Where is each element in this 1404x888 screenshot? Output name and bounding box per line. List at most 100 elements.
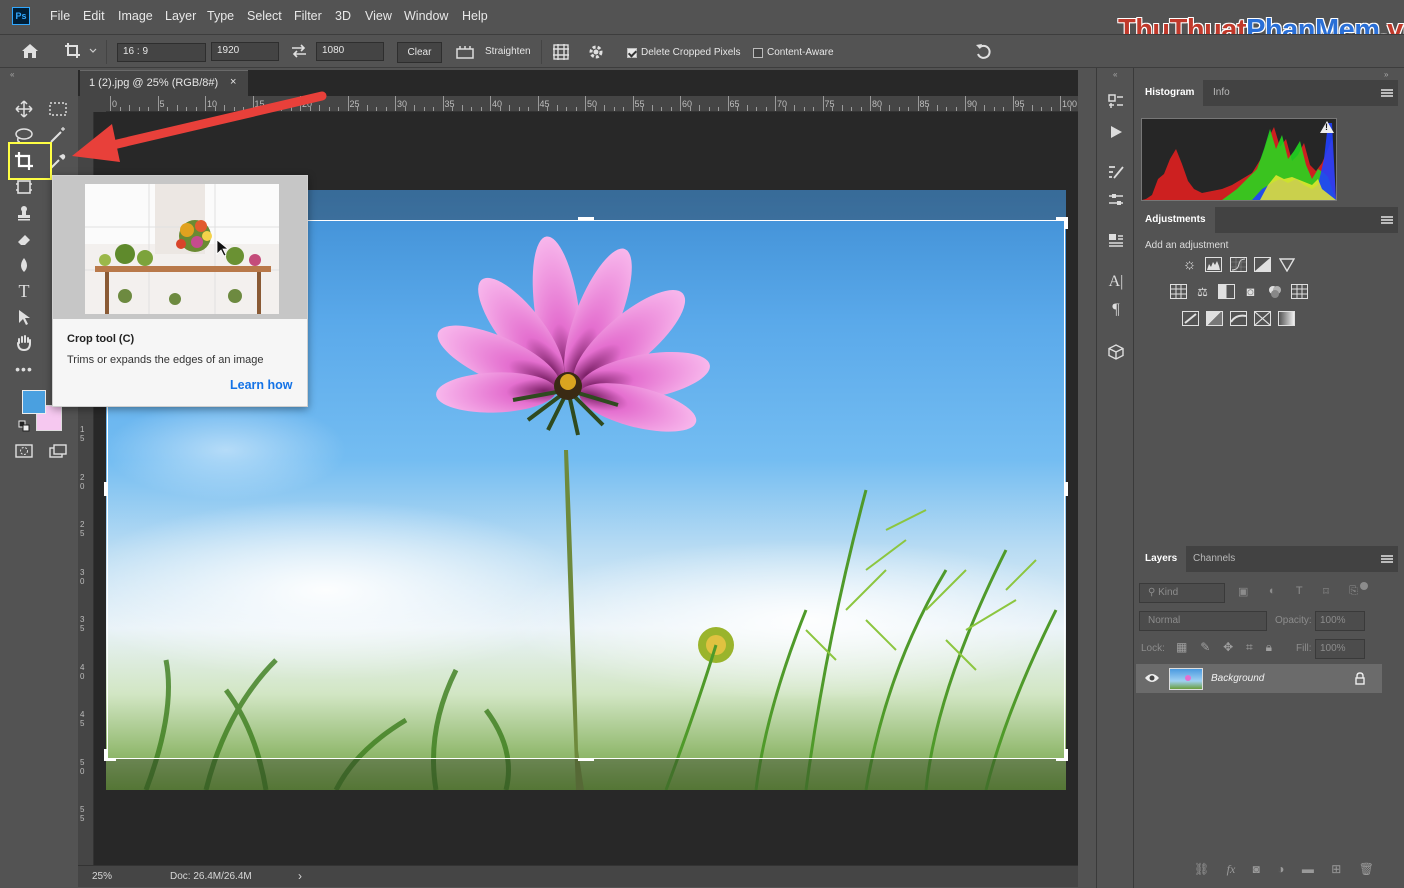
link-layers-icon[interactable]: ⛓︎ (1194, 862, 1209, 878)
levels-icon[interactable] (1205, 257, 1222, 272)
layer-name[interactable]: Background (1211, 673, 1264, 684)
eraser-icon[interactable] (13, 228, 35, 250)
crop-handle[interactable] (1065, 749, 1068, 761)
status-menu-arrow[interactable]: › (298, 869, 302, 883)
photo-filter-icon[interactable]: ◙ (1242, 284, 1259, 299)
character-icon[interactable]: A| (1097, 270, 1135, 294)
gear-icon[interactable] (587, 43, 605, 61)
lock-position-icon[interactable]: ✥ (1223, 640, 1233, 656)
smart-filter-icon[interactable]: ⎘ (1349, 585, 1358, 601)
quick-mask-icon[interactable] (13, 440, 35, 462)
collapse-icon[interactable]: « (1113, 70, 1117, 79)
channel-mixer-icon[interactable] (1266, 284, 1283, 299)
color-balance-icon[interactable]: ⚖ (1194, 284, 1211, 299)
delete-layer-icon[interactable]: 🗑︎ (1359, 862, 1374, 878)
drop-icon[interactable] (13, 254, 35, 276)
properties-icon[interactable] (1097, 188, 1135, 212)
default-colors-icon[interactable] (18, 420, 30, 432)
reset-icon[interactable] (974, 42, 994, 62)
type-filter-icon[interactable]: T (1296, 585, 1303, 601)
fx-icon[interactable]: fx (1227, 862, 1236, 878)
more-icon[interactable]: ••• (13, 358, 35, 380)
content-aware-checkbox[interactable] (753, 48, 763, 58)
menu-file[interactable]: File (50, 9, 70, 23)
stamp-icon[interactable] (13, 202, 35, 224)
delete-cropped-label[interactable]: Delete Cropped Pixels (641, 47, 741, 58)
artboard-icon[interactable]: ⌗ (1246, 640, 1253, 656)
height-field[interactable]: 1080 (316, 42, 384, 61)
tab-channels[interactable]: Channels (1184, 546, 1244, 571)
invert-icon[interactable] (1182, 311, 1199, 326)
hand-icon[interactable] (13, 332, 35, 354)
color-lookup-icon[interactable] (1291, 284, 1308, 299)
filter-toggle[interactable] (1360, 582, 1368, 590)
image-filter-icon[interactable]: ▣ (1238, 585, 1248, 601)
grid-overlay-icon[interactable] (552, 43, 570, 61)
swap-icon[interactable] (290, 43, 308, 61)
new-group-icon[interactable]: ▬ (1302, 862, 1314, 878)
menu-image[interactable]: Image (118, 9, 153, 23)
adjust-filter-icon[interactable]: ◐ (1269, 585, 1276, 601)
play-actions-icon[interactable] (1097, 120, 1135, 144)
width-field[interactable]: 1920 (211, 42, 279, 61)
delete-cropped-checkbox[interactable] (627, 48, 637, 58)
straighten-label[interactable]: Straighten (485, 46, 531, 57)
tab-histogram[interactable]: Histogram (1136, 80, 1204, 106)
learn-how-link[interactable]: Learn how (230, 378, 293, 392)
crop-handle[interactable] (104, 749, 107, 761)
collapse-icon[interactable]: « (10, 70, 14, 79)
menu-help[interactable]: Help (462, 9, 488, 23)
threshold-icon[interactable] (1230, 311, 1247, 326)
warning-icon[interactable]: ! (1320, 121, 1334, 133)
3d-icon[interactable] (1097, 340, 1135, 364)
menu-window[interactable]: Window (404, 9, 448, 23)
black-white-icon[interactable] (1218, 284, 1235, 299)
new-adjustment-icon[interactable]: ◑ (1277, 862, 1284, 878)
crop-handle[interactable] (104, 482, 107, 496)
selective-color-icon[interactable] (1254, 311, 1271, 326)
posterize-icon[interactable] (1206, 311, 1223, 326)
gradient-map-icon[interactable] (1278, 311, 1295, 326)
history-icon[interactable] (1097, 90, 1135, 114)
path-select-icon[interactable] (13, 306, 35, 328)
menu-layer[interactable]: Layer (165, 9, 196, 23)
fill-field[interactable]: 100% (1315, 639, 1365, 659)
crop-handle[interactable] (1065, 217, 1068, 229)
paragraph-icon[interactable]: ¶ (1097, 298, 1135, 322)
layer-filter-select[interactable]: ⚲ Kind (1139, 583, 1225, 603)
content-aware-label[interactable]: Content-Aware (767, 47, 834, 58)
crop-handle[interactable] (1065, 482, 1068, 496)
blend-mode-select[interactable]: Normal (1139, 611, 1267, 631)
tab-layers[interactable]: Layers (1136, 546, 1187, 572)
menu-select[interactable]: Select (247, 9, 282, 23)
crop-handle[interactable] (578, 217, 594, 220)
lock-transparent-icon[interactable]: ▦ (1176, 640, 1187, 656)
vibrance-icon[interactable] (1278, 257, 1295, 272)
menu-edit[interactable]: Edit (83, 9, 105, 23)
shape-filter-icon[interactable]: ⌑ (1323, 585, 1329, 601)
exposure-icon[interactable] (1254, 257, 1271, 272)
layer-row-background[interactable]: Background (1136, 664, 1382, 693)
panel-menu-icon[interactable] (1381, 216, 1393, 224)
home-icon[interactable] (20, 42, 42, 62)
opacity-field[interactable]: 100% (1315, 611, 1365, 631)
panel-menu-icon[interactable] (1381, 555, 1393, 563)
zoom-level[interactable]: 25% (92, 871, 112, 882)
tab-info[interactable]: Info (1204, 80, 1239, 105)
expand-icon[interactable]: » (1384, 70, 1388, 79)
move-icon[interactable] (13, 98, 35, 120)
menu-view[interactable]: View (365, 9, 392, 23)
foreground-color-swatch[interactable] (22, 390, 46, 414)
lock-all-icon[interactable]: 🔒︎ (1266, 640, 1272, 656)
screen-mode-icon[interactable] (47, 440, 69, 462)
crop-preset-icon[interactable] (64, 42, 98, 62)
curves-icon[interactable] (1230, 257, 1247, 272)
add-mask-icon[interactable]: ◙ (1253, 862, 1260, 878)
brush-settings-icon[interactable] (1097, 160, 1135, 184)
type-icon[interactable]: T (13, 280, 35, 302)
hue-saturation-icon[interactable] (1170, 284, 1187, 299)
lock-paint-icon[interactable]: ✎ (1200, 640, 1210, 656)
crop-handle[interactable] (578, 758, 594, 761)
straighten-icon[interactable] (454, 44, 476, 60)
menu-type[interactable]: Type (207, 9, 234, 23)
